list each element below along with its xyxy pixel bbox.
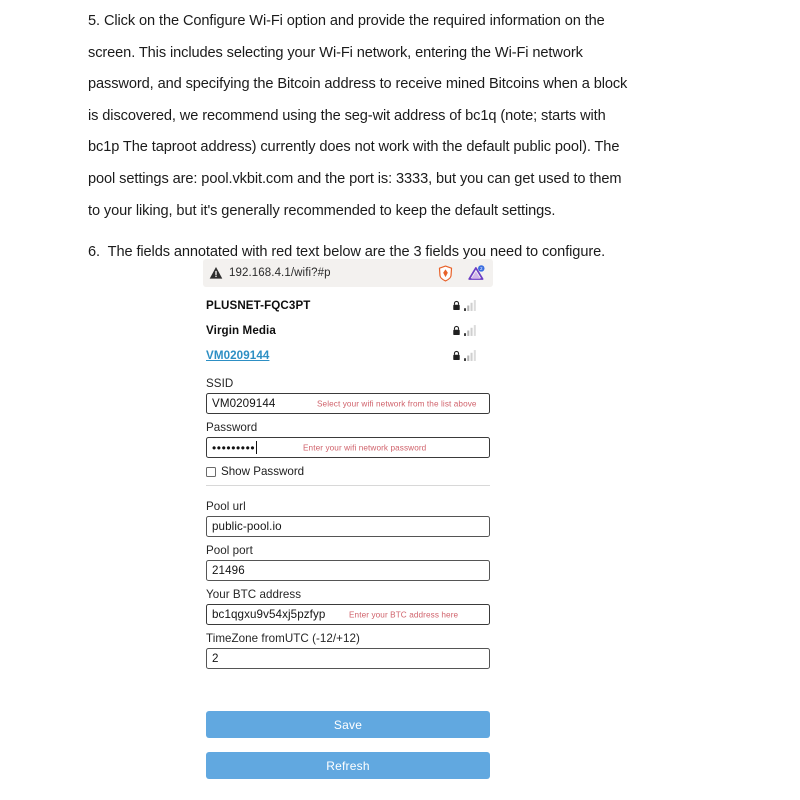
wifi-network-row[interactable]: Virgin Media — [206, 318, 490, 343]
instruction-document: 5. Click on the Configure Wi-Fi option a… — [88, 0, 648, 269]
warning-triangle-icon — [209, 267, 223, 279]
step-5-line-3: password, and specifying the Bitcoin add… — [88, 76, 628, 93]
password-input[interactable]: ••••••••• Enter your wifi network passwo… — [206, 437, 490, 458]
wifi-network-list: PLUSNET-FQC3PT Virgin Media VM0209144 — [206, 293, 490, 368]
pool-url-input[interactable]: public-pool.io — [206, 516, 490, 537]
url-text: 192.168.4.1/wifi?#p — [229, 267, 331, 279]
instruction-step-5: 5. Click on the Configure Wi-Fi option a… — [88, 0, 648, 227]
wifi-network-status — [452, 300, 490, 311]
step-6-marker: 6. — [88, 244, 100, 261]
password-annotation: Enter your wifi network password — [303, 443, 427, 452]
wifi-network-status — [452, 350, 490, 361]
show-password-checkbox-row[interactable]: Show Password — [206, 465, 490, 478]
step-5-line-1: Click on the Configure Wi-Fi option and … — [103, 13, 605, 29]
wifi-network-name[interactable]: VM0209144 — [206, 349, 269, 362]
text-caret — [256, 441, 258, 454]
wifi-network-row[interactable]: VM0209144 — [206, 343, 490, 368]
step-5-marker: 5. — [88, 13, 100, 29]
section-divider — [206, 485, 490, 486]
ssid-label: SSID — [206, 377, 234, 390]
ssid-input[interactable]: VM0209144 Select your wifi network from … — [206, 393, 490, 414]
signal-bars-icon — [464, 300, 476, 311]
timezone-input[interactable]: 2 — [206, 648, 490, 669]
extension-triangle-icon[interactable]: 2 — [466, 264, 485, 283]
wifi-config-form: SSID VM0209144 Select your wifi network … — [206, 377, 490, 676]
ssid-annotation: Select your wifi network from the list a… — [317, 399, 477, 408]
step-5-line-4: is discovered, we recommend using the se… — [88, 107, 606, 124]
form-action-buttons: Save Refresh — [206, 711, 490, 793]
pool-url-value: public-pool.io — [212, 520, 282, 533]
step-5-line-7: to your liking, but it's generally recom… — [88, 202, 556, 219]
password-value: ••••••••• — [212, 440, 256, 455]
wifi-network-name[interactable]: Virgin Media — [206, 324, 276, 337]
wifi-network-name[interactable]: PLUSNET-FQC3PT — [206, 299, 310, 312]
pool-url-label: Pool url — [206, 500, 246, 513]
lock-icon — [453, 325, 460, 335]
password-label: Password — [206, 421, 258, 434]
save-button[interactable]: Save — [206, 711, 490, 738]
brave-shield-icon[interactable] — [437, 264, 454, 282]
ssid-value: VM0209144 — [212, 397, 276, 410]
show-password-checkbox[interactable] — [206, 466, 216, 477]
wifi-network-row[interactable]: PLUSNET-FQC3PT — [206, 293, 490, 318]
refresh-button[interactable]: Refresh — [206, 752, 490, 779]
lock-icon — [453, 350, 460, 360]
btc-address-input[interactable]: bc1qgxu9v54xj5pzfyp Enter your BTC addre… — [206, 604, 490, 625]
step-5-line-2: screen. This includes selecting your Wi-… — [88, 44, 583, 61]
step-5-line-5: bc1p The taproot address) currently does… — [88, 139, 620, 156]
embedded-wifi-config-screenshot: 192.168.4.1/wifi?#p 2 PLUSNET-FQC3PT Vir… — [203, 259, 493, 789]
pool-port-label: Pool port — [206, 544, 253, 557]
btc-address-annotation: Enter your BTC address here — [349, 610, 459, 619]
step-6-text: The fields annotated with red text below… — [107, 244, 606, 261]
signal-bars-icon — [464, 325, 476, 336]
step-5-line-6: pool settings are: pool.vkbit.com and th… — [88, 170, 622, 187]
lock-icon — [453, 300, 460, 310]
signal-bars-icon — [464, 350, 476, 361]
browser-url-bar[interactable]: 192.168.4.1/wifi?#p 2 — [203, 259, 493, 287]
pool-port-value: 21496 — [212, 564, 245, 577]
pool-port-input[interactable]: 21496 — [206, 560, 490, 581]
wifi-network-status — [452, 325, 490, 336]
timezone-value: 2 — [212, 652, 219, 665]
btc-address-label: Your BTC address — [206, 588, 302, 601]
show-password-label: Show Password — [221, 465, 305, 478]
btc-address-value: bc1qgxu9v54xj5pzfyp — [212, 608, 326, 621]
timezone-label: TimeZone fromUTC (-12/+12) — [206, 632, 360, 645]
